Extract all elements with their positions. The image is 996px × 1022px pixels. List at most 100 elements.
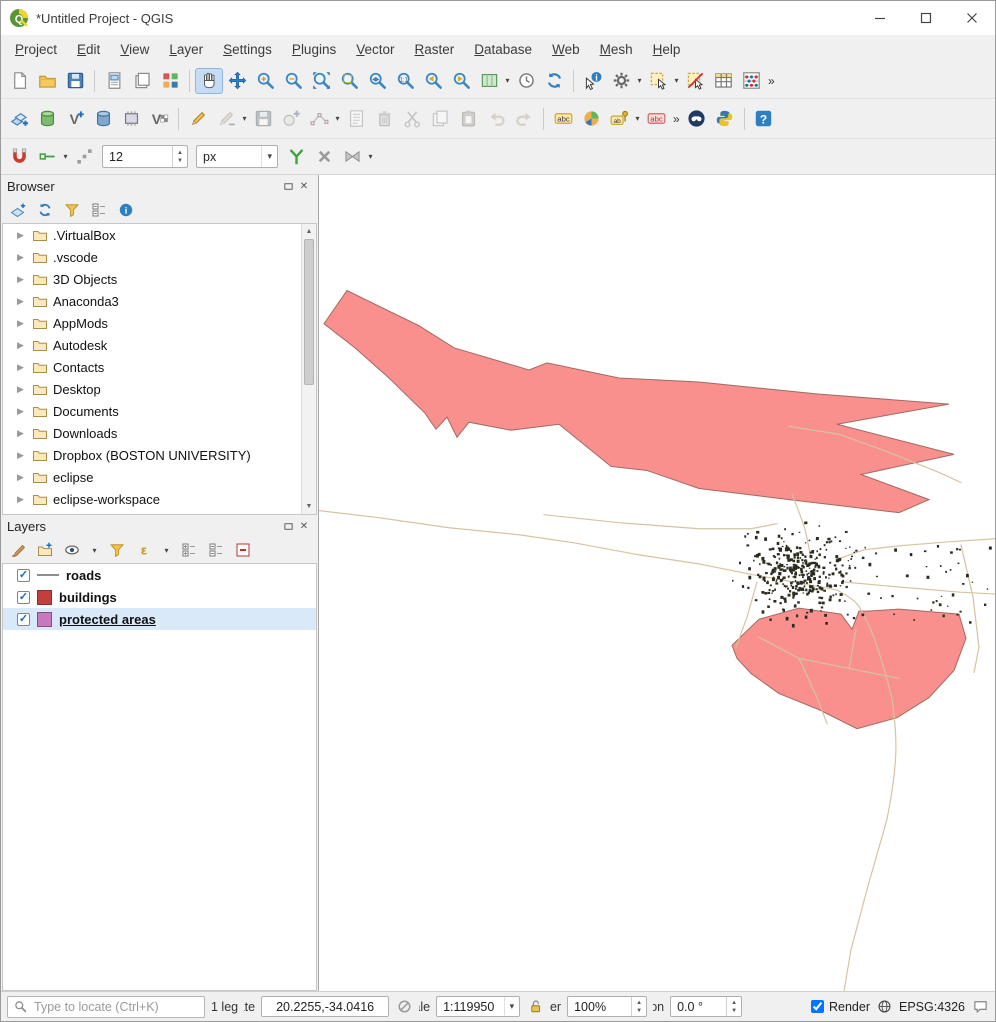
- menu-item[interactable]: Plugins: [282, 39, 346, 60]
- refresh-map-button[interactable]: [540, 68, 568, 94]
- manage-map-themes-button[interactable]: [63, 541, 81, 559]
- vertex-tool-button[interactable]: [305, 106, 333, 132]
- zoom-next-button[interactable]: [447, 68, 475, 94]
- extent-toggle-icon[interactable]: [395, 998, 413, 1016]
- pin-labels-button[interactable]: [605, 106, 633, 132]
- new-temporary-scratch-layer-button[interactable]: [117, 106, 145, 132]
- current-edits-button[interactable]: [212, 106, 240, 132]
- spin-up-button[interactable]: ▲: [173, 149, 187, 157]
- scrollbar-track[interactable]: [302, 239, 316, 499]
- coordinate-input[interactable]: [261, 996, 389, 1017]
- expand-arrow-icon[interactable]: ▶: [17, 252, 27, 263]
- menu-item[interactable]: Project: [5, 39, 67, 60]
- filter-legend-button[interactable]: [108, 541, 126, 559]
- map-canvas[interactable]: [319, 175, 995, 991]
- locate-input[interactable]: [32, 999, 198, 1015]
- chevron-down-icon[interactable]: ▾: [635, 76, 644, 85]
- menu-item[interactable]: Settings: [213, 39, 282, 60]
- collapse-all-button[interactable]: [207, 541, 225, 559]
- paste-features-button[interactable]: [454, 106, 482, 132]
- add-selected-layers-button[interactable]: [9, 201, 27, 219]
- save-layer-edits-button[interactable]: [249, 106, 277, 132]
- menu-item[interactable]: Web: [542, 39, 590, 60]
- cut-features-button[interactable]: [398, 106, 426, 132]
- snapping-type-button[interactable]: [70, 144, 98, 170]
- layout-manager-button[interactable]: [128, 68, 156, 94]
- open-layer-styling-button[interactable]: [9, 541, 27, 559]
- menu-item[interactable]: View: [110, 39, 159, 60]
- expand-arrow-icon[interactable]: ▶: [17, 362, 27, 373]
- maximize-button[interactable]: [903, 1, 949, 35]
- chevron-down-icon[interactable]: ▾: [162, 546, 171, 555]
- run-feature-action-button[interactable]: [607, 68, 635, 94]
- enable-snapping-button[interactable]: [5, 144, 33, 170]
- chevron-down-icon[interactable]: ▾: [240, 114, 249, 123]
- open-project-button[interactable]: [33, 68, 61, 94]
- menu-item[interactable]: Database: [464, 39, 542, 60]
- chevron-down-icon[interactable]: ▾: [366, 152, 375, 161]
- expand-arrow-icon[interactable]: ▶: [17, 296, 27, 307]
- spin-down-button[interactable]: ▼: [632, 1007, 646, 1015]
- zoom-last-button[interactable]: [419, 68, 447, 94]
- layer-checkbox[interactable]: ✓: [17, 591, 30, 604]
- spin-down-button[interactable]: ▼: [173, 157, 187, 165]
- pan-to-selection-button[interactable]: [223, 68, 251, 94]
- messages-button[interactable]: [971, 998, 989, 1016]
- chevron-down-icon[interactable]: ▾: [333, 114, 342, 123]
- collapse-all-button[interactable]: [90, 201, 108, 219]
- close-button[interactable]: [949, 1, 995, 35]
- select-features-button[interactable]: [644, 68, 672, 94]
- spin-up-button[interactable]: ▲: [727, 999, 741, 1007]
- expand-arrow-icon[interactable]: ▶: [17, 384, 27, 395]
- help-button[interactable]: [750, 106, 778, 132]
- snapping-mode-button[interactable]: [33, 144, 61, 170]
- rotation-spinbox[interactable]: 0.0 ° ▲▼: [670, 996, 742, 1017]
- add-feature-button[interactable]: [277, 106, 305, 132]
- float-panel-button[interactable]: [280, 518, 296, 534]
- menu-item[interactable]: Help: [643, 39, 691, 60]
- open-data-source-manager-button[interactable]: [5, 106, 33, 132]
- menu-item[interactable]: Raster: [405, 39, 465, 60]
- avoid-overlap-button[interactable]: [310, 144, 338, 170]
- expand-arrow-icon[interactable]: ▶: [17, 472, 27, 483]
- menu-item[interactable]: Edit: [67, 39, 110, 60]
- zoom-to-layer-button[interactable]: [363, 68, 391, 94]
- expand-arrow-icon[interactable]: ▶: [17, 450, 27, 461]
- save-project-button[interactable]: [61, 68, 89, 94]
- new-geopackage-layer-button[interactable]: [33, 106, 61, 132]
- snapping-units-combo[interactable]: px ▾: [196, 145, 278, 168]
- menu-item[interactable]: Vector: [346, 39, 404, 60]
- open-attribute-table-button[interactable]: [709, 68, 737, 94]
- minimize-button[interactable]: [857, 1, 903, 35]
- browser-item[interactable]: ▶ eclipse-workspace: [3, 488, 316, 510]
- temporal-controller-button[interactable]: [512, 68, 540, 94]
- menu-item[interactable]: Mesh: [590, 39, 643, 60]
- toggle-editing-button[interactable]: [184, 106, 212, 132]
- scroll-up-button[interactable]: ▲: [306, 224, 313, 239]
- menu-item[interactable]: Layer: [159, 39, 213, 60]
- zoom-native-resolution-button[interactable]: 1:1: [391, 68, 419, 94]
- expand-all-button[interactable]: [180, 541, 198, 559]
- modify-attributes-button[interactable]: [342, 106, 370, 132]
- zoom-out-button[interactable]: −: [279, 68, 307, 94]
- new-project-button[interactable]: [5, 68, 33, 94]
- browser-item[interactable]: ▶ Documents: [3, 400, 316, 422]
- new-map-view-button[interactable]: [475, 68, 503, 94]
- expand-arrow-icon[interactable]: ▶: [17, 340, 27, 351]
- expand-arrow-icon[interactable]: ▶: [17, 274, 27, 285]
- expand-arrow-icon[interactable]: ▶: [17, 494, 27, 505]
- highlight-unplaced-labels-button[interactable]: [642, 106, 670, 132]
- expand-arrow-icon[interactable]: ▶: [17, 230, 27, 241]
- browser-item[interactable]: ▶ .VirtualBox: [3, 224, 316, 246]
- delete-selected-button[interactable]: [370, 106, 398, 132]
- zoom-in-button[interactable]: +: [251, 68, 279, 94]
- chevron-down-icon[interactable]: ▾: [261, 146, 277, 167]
- browser-item[interactable]: ▶ Desktop: [3, 378, 316, 400]
- identify-features-button[interactable]: [579, 68, 607, 94]
- statistical-summary-button[interactable]: [737, 68, 765, 94]
- scrollbar-thumb[interactable]: [304, 239, 314, 385]
- spin-down-button[interactable]: ▼: [727, 1007, 741, 1015]
- snapping-tolerance-spinbox[interactable]: 12 ▲▼: [102, 145, 188, 168]
- filter-browser-button[interactable]: [63, 201, 81, 219]
- toolbar-overflow-button[interactable]: »: [765, 74, 778, 88]
